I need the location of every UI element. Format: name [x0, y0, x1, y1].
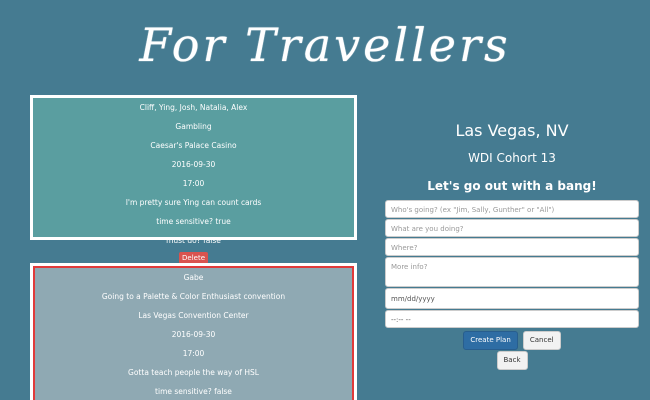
plan-time-sensitive: time sensitive? false — [155, 387, 232, 396]
time-input[interactable]: --:-- -- — [385, 310, 639, 328]
plans-list: Cliff, Ying, Josh, Natalia, Alex Gamblin… — [30, 95, 357, 400]
new-plan-panel: Las Vegas, NV WDI Cohort 13 Let's go out… — [385, 118, 639, 370]
create-plan-button[interactable]: Create Plan — [463, 331, 518, 350]
plan-date: 2016-09-30 — [171, 330, 216, 339]
plan-what: Going to a Palette & Color Enthusiast co… — [101, 292, 286, 301]
plan-who: Gabe — [183, 273, 204, 282]
who-input[interactable]: Who's going? (ex "Jim, Sally, Gunther" o… — [385, 200, 639, 218]
plan-info: I'm pretty sure Ying can count cards — [125, 198, 262, 207]
plan-what: Gambling — [175, 122, 212, 131]
city-heading: Las Vegas, NV — [455, 121, 569, 140]
back-button[interactable]: Back — [496, 351, 528, 370]
date-input[interactable]: mm/dd/yyyy — [385, 288, 639, 309]
what-input[interactable]: What are you doing? — [385, 219, 639, 237]
cohort-heading: WDI Cohort 13 — [468, 151, 556, 165]
plan-must-do: must do? false — [166, 236, 221, 245]
plan-who: Cliff, Ying, Josh, Natalia, Alex — [139, 103, 248, 112]
page-title: For Travellers — [139, 18, 511, 72]
tagline-heading: Let's go out with a bang! — [427, 179, 597, 193]
plan-date: 2016-09-30 — [171, 160, 216, 169]
cancel-button[interactable]: Cancel — [522, 331, 561, 350]
plan-where: Las Vegas Convention Center — [138, 311, 249, 320]
selected-outline: Gabe Going to a Palette & Color Enthusia… — [33, 266, 354, 400]
where-input[interactable]: Where? — [385, 238, 639, 256]
plan-time-sensitive: time sensitive? true — [156, 217, 231, 226]
plan-card: Cliff, Ying, Josh, Natalia, Alex Gamblin… — [30, 95, 357, 264]
more-info-textarea[interactable]: More info? — [385, 257, 639, 287]
plan-where: Caesar's Palace Casino — [150, 141, 237, 150]
plan-info: Gotta teach people the way of HSL — [128, 368, 259, 377]
plan-time: 17:00 — [182, 179, 205, 188]
plan-time: 17:00 — [182, 349, 205, 358]
plan-card-selected[interactable]: Gabe Going to a Palette & Color Enthusia… — [30, 263, 357, 400]
